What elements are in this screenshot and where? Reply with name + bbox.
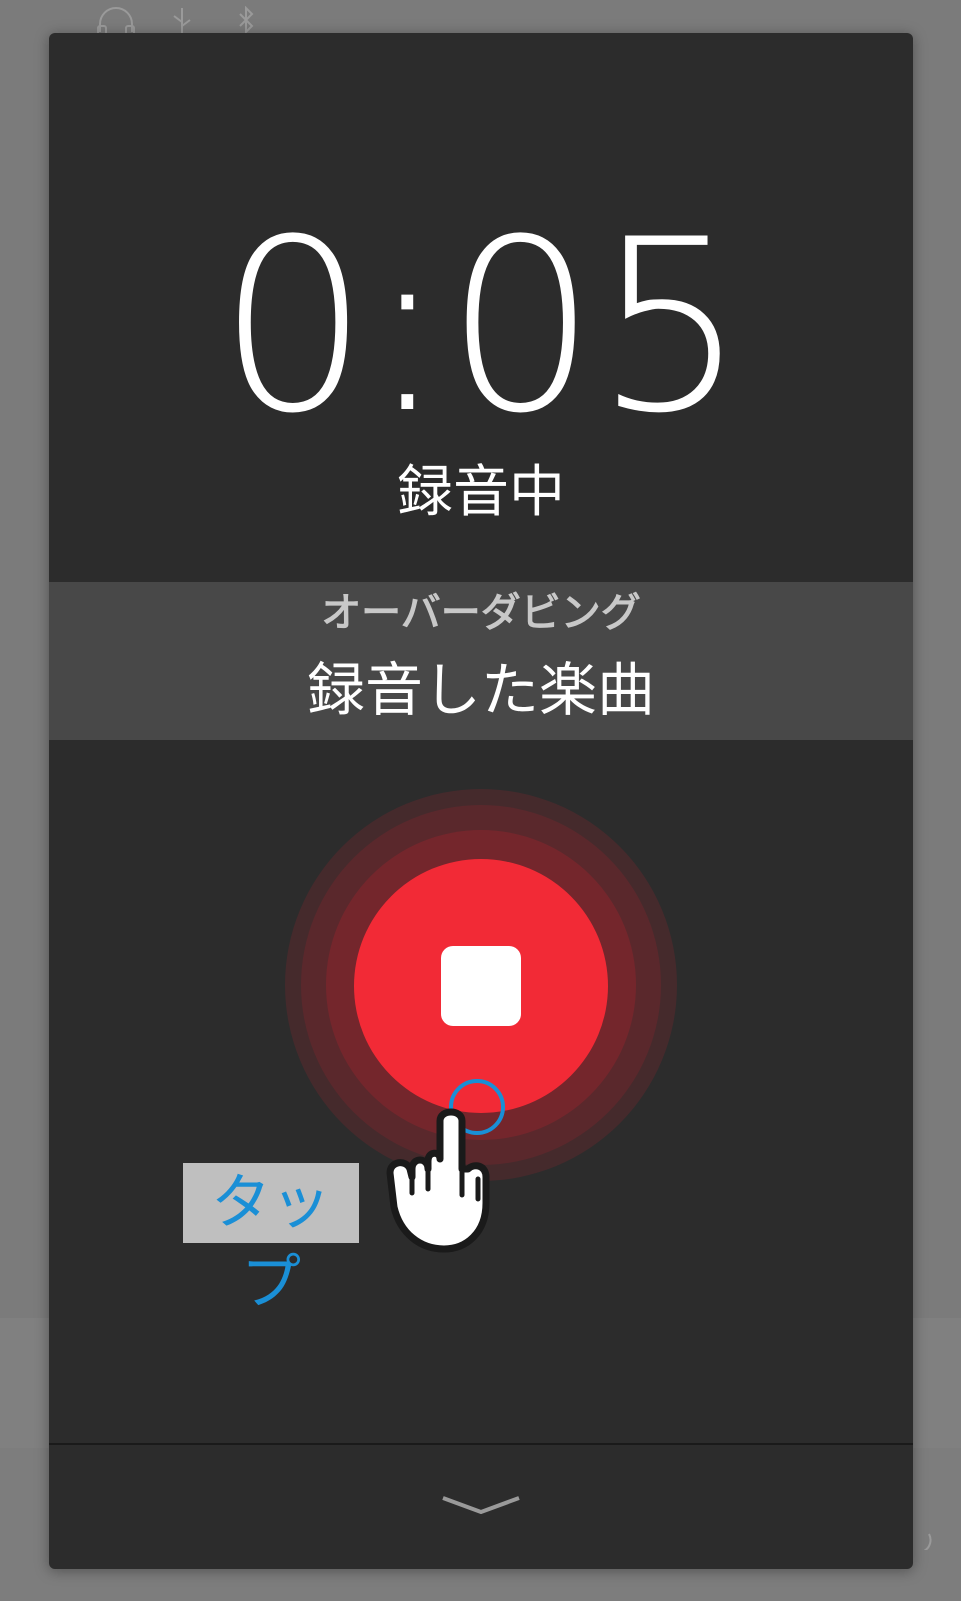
recording-dialog: 0:05 録音中 オーバーダビング 録音した楽曲 タップ bbox=[49, 33, 913, 1569]
tap-hint-label: タップ bbox=[183, 1163, 359, 1318]
bluetooth-icon bbox=[239, 6, 254, 35]
footer-divider bbox=[49, 1443, 913, 1445]
stop-recording-button[interactable] bbox=[354, 859, 608, 1113]
headphones-icon bbox=[97, 7, 135, 36]
usb-icon bbox=[173, 8, 191, 34]
hand-pointer-icon bbox=[386, 1108, 490, 1253]
recording-state-label: 録音中 bbox=[397, 460, 565, 525]
mode-label: オーバーダビング bbox=[321, 590, 641, 636]
mode-value: 録音した楽曲 bbox=[306, 656, 655, 724]
stop-icon bbox=[441, 946, 521, 1026]
elapsed-time: 0:05 bbox=[217, 189, 746, 466]
chevron-down-icon[interactable] bbox=[431, 1478, 531, 1538]
